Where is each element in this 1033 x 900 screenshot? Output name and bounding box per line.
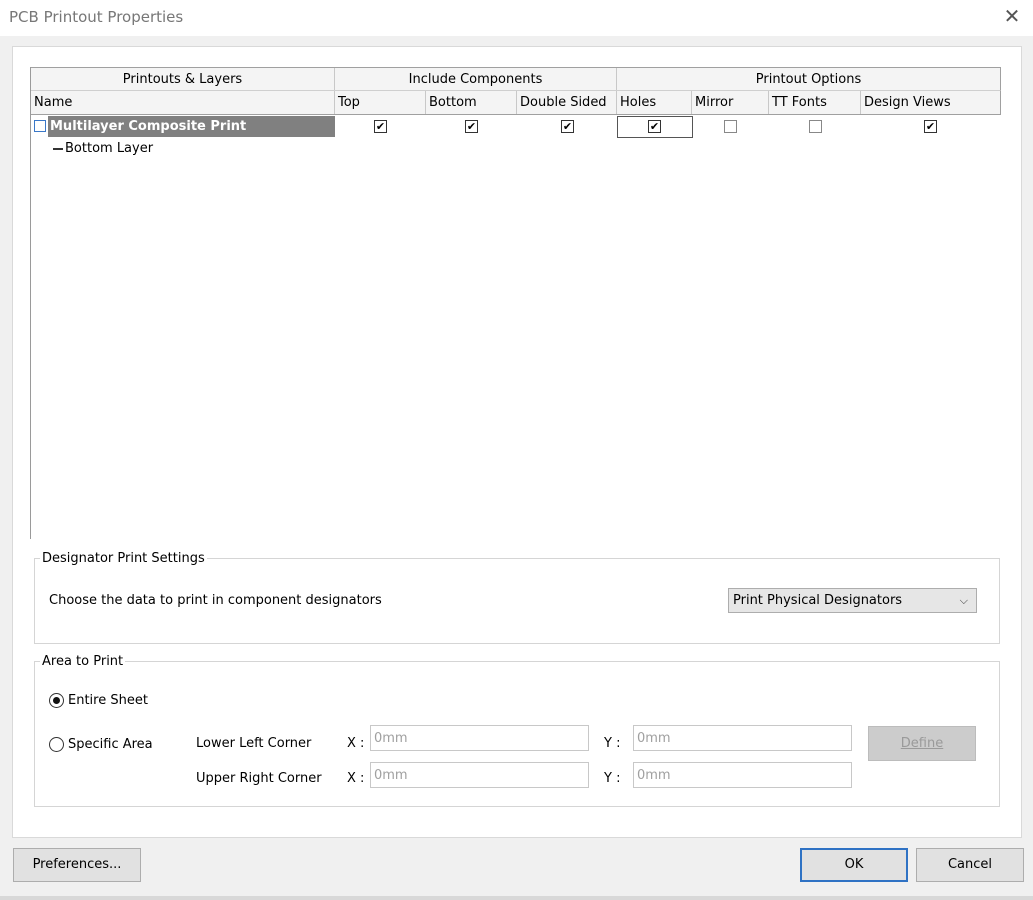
radio-specific-area[interactable] [49,737,64,752]
entire-sheet-label[interactable]: Entire Sheet [68,693,148,708]
upper-right-x-label: X : [347,771,365,786]
row-name[interactable]: Multilayer Composite Print [48,116,335,137]
lower-left-x-label: X : [347,736,365,751]
tree-expander-icon[interactable] [34,120,46,132]
tree-line-icon [53,148,63,150]
designator-select-value: Print Physical Designators [733,593,903,608]
lower-left-y-label: Y : [604,736,621,751]
column-tt-fonts[interactable]: TT Fonts [769,91,861,114]
checkbox-top[interactable]: ✔ [374,120,387,133]
designator-select[interactable]: Print Physical Designators ⌵ [728,588,977,613]
column-bottom[interactable]: Bottom [426,91,517,114]
designator-group-title: Designator Print Settings [40,551,207,566]
window-bottom-border [0,896,1033,900]
table-row[interactable]: Bottom Layer [31,138,1001,160]
lower-left-y-input[interactable] [633,725,852,751]
grid-group-header: Printouts & Layers Include Components Pr… [31,67,1001,91]
header-include-components[interactable]: Include Components [335,68,617,90]
column-design-views[interactable]: Design Views [861,91,1000,114]
column-double-sided[interactable]: Double Sided [517,91,617,114]
area-group-title: Area to Print [40,654,126,669]
ok-button[interactable]: OK [800,848,908,882]
title-bar: PCB Printout Properties ✕ [0,0,1033,36]
radio-entire-sheet[interactable] [49,693,64,708]
define-button[interactable]: Define [868,726,976,761]
checkbox-holes[interactable]: ✔ [648,120,661,133]
cancel-button[interactable]: Cancel [916,848,1024,882]
column-mirror[interactable]: Mirror [692,91,769,114]
column-holes[interactable]: Holes [617,91,692,114]
chevron-down-icon: ⌵ [959,594,968,607]
upper-right-y-label: Y : [604,771,621,786]
window-title: PCB Printout Properties [9,8,184,26]
lower-left-corner-label: Lower Left Corner [196,736,312,751]
column-top[interactable]: Top [335,91,426,114]
upper-right-corner-label: Upper Right Corner [196,771,322,786]
upper-right-y-input[interactable] [633,762,852,788]
column-name[interactable]: Name [31,91,335,114]
preferences-button[interactable]: Preferences... [13,848,141,882]
upper-right-x-input[interactable] [370,762,589,788]
checkbox-double-sided[interactable]: ✔ [561,120,574,133]
row-name[interactable]: Bottom Layer [65,141,153,156]
designator-prompt: Choose the data to print in component de… [49,593,382,608]
close-icon[interactable]: ✕ [1001,5,1023,27]
header-printout-options[interactable]: Printout Options [617,68,1000,90]
specific-area-label[interactable]: Specific Area [68,737,153,752]
grid-column-header: Name Top Bottom Double Sided Holes Mirro… [31,91,1001,115]
lower-left-x-input[interactable] [370,725,589,751]
checkbox-mirror[interactable] [724,120,737,133]
checkbox-bottom[interactable]: ✔ [465,120,478,133]
checkbox-design-views[interactable]: ✔ [924,120,937,133]
header-printouts-layers[interactable]: Printouts & Layers [31,68,335,90]
printout-grid: Printouts & Layers Include Components Pr… [30,67,1001,539]
checkbox-tt-fonts[interactable] [809,120,822,133]
table-row[interactable]: Multilayer Composite Print ✔ ✔ ✔ ✔ ✔ [31,116,1001,138]
radio-selected-dot [53,697,60,704]
